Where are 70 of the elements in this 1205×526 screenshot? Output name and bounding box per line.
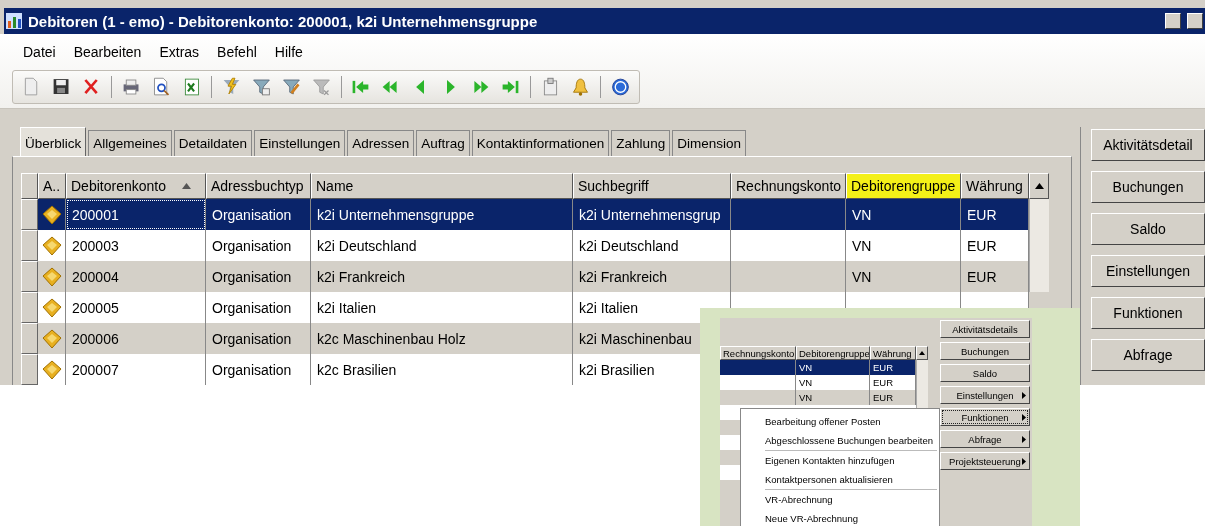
table-cell: EUR bbox=[961, 199, 1029, 230]
table-cell: k2i Deutschland bbox=[311, 230, 573, 261]
tab[interactable]: Detaildaten bbox=[173, 130, 253, 156]
menu-item[interactable]: Befehl bbox=[208, 40, 266, 64]
table-cell: EUR bbox=[870, 390, 916, 405]
column-header[interactable]: Währung bbox=[961, 173, 1029, 199]
tab[interactable]: Einstellungen bbox=[254, 130, 346, 156]
column-header[interactable]: Debitorengruppe bbox=[796, 346, 870, 360]
tab[interactable]: Überblick bbox=[20, 127, 87, 156]
table-cell: 200001 bbox=[66, 199, 206, 230]
table-cell: 200005 bbox=[66, 292, 206, 323]
action-button[interactable]: Buchungen bbox=[940, 342, 1030, 360]
table-cell: k2i Deutschland bbox=[573, 230, 731, 261]
action-button[interactable]: Einstellungen bbox=[940, 386, 1030, 404]
column-header[interactable]: Debitorenkonto bbox=[66, 173, 206, 199]
menu-item[interactable]: Kontaktpersonen aktualisieren bbox=[761, 470, 939, 489]
table-cell: Organisation bbox=[206, 292, 311, 323]
action-button[interactable]: Aktivitätsdetail bbox=[1091, 129, 1205, 161]
menu-item[interactable]: Bearbeiten bbox=[64, 40, 151, 64]
tab[interactable]: Dimension bbox=[672, 130, 746, 156]
column-header[interactable]: Rechnungskonto bbox=[731, 173, 846, 199]
action-button[interactable]: Funktionen bbox=[1091, 297, 1205, 329]
table-cell: VN bbox=[846, 199, 961, 230]
action-button[interactable]: Projektsteuerung bbox=[940, 452, 1030, 470]
menu-item[interactable]: Extras bbox=[150, 40, 209, 64]
tab[interactable]: Zahlung bbox=[611, 130, 671, 156]
table-cell: Organisation bbox=[206, 354, 311, 385]
table-cell: VN bbox=[796, 390, 870, 405]
table-cell: EUR bbox=[870, 375, 916, 390]
column-header[interactable]: Name bbox=[311, 173, 573, 199]
tab[interactable]: Auftrag bbox=[416, 130, 470, 156]
table-cell: VN bbox=[796, 360, 870, 375]
menu-item[interactable]: Abgeschlossene Buchungen bearbeiten bbox=[761, 431, 939, 450]
table-cell: k2i Italien bbox=[573, 292, 731, 323]
column-header[interactable]: Adressbuchtyp bbox=[206, 173, 311, 199]
tab[interactable]: Adressen bbox=[347, 130, 415, 156]
action-button[interactable]: Aktivitätsdetails bbox=[940, 320, 1030, 338]
table-cell: k2i Unternehmensgrup bbox=[573, 199, 731, 230]
table-cell: VN bbox=[846, 230, 961, 261]
menu-item[interactable]: Datei bbox=[14, 40, 65, 64]
action-button[interactable]: Saldo bbox=[940, 364, 1030, 382]
table-cell: Organisation bbox=[206, 199, 311, 230]
table-cell: k2i Italien bbox=[311, 292, 573, 323]
menu-item[interactable]: Neue VR-Abrechnung bbox=[761, 509, 939, 526]
action-button[interactable]: Abfrage bbox=[1091, 339, 1205, 371]
menu-item[interactable]: Bearbeitung offener Posten bbox=[761, 412, 939, 431]
column-header[interactable]: Rechnungskonto bbox=[720, 346, 796, 360]
menu-item[interactable]: Hilfe bbox=[265, 40, 312, 64]
table-cell: Organisation bbox=[206, 230, 311, 261]
menu-item[interactable]: Eigenen Kontakten hinzufügen bbox=[761, 451, 939, 470]
menu-item[interactable]: VR-Abrechnung bbox=[761, 490, 939, 509]
action-button[interactable]: Saldo bbox=[1091, 213, 1205, 245]
table-cell: 200003 bbox=[66, 230, 206, 261]
tab[interactable]: Kontaktinformationen bbox=[471, 130, 610, 156]
table-cell: k2i Unternehmensgruppe bbox=[311, 199, 573, 230]
table-cell: 200007 bbox=[66, 354, 206, 385]
window-title: Debitoren (1 - emo) - Debitorenkonto: 200001, k2i Unternehmensgruppe bbox=[28, 12, 539, 30]
column-header[interactable]: Debitorengruppe bbox=[846, 173, 961, 199]
tab[interactable]: Allgemeines bbox=[88, 130, 172, 156]
table-cell: k2c Brasilien bbox=[311, 354, 573, 385]
action-button[interactable]: Einstellungen bbox=[1091, 255, 1205, 287]
column-header[interactable]: A.. bbox=[38, 173, 66, 199]
table-cell: EUR bbox=[870, 360, 916, 375]
action-button[interactable]: Funktionen bbox=[940, 408, 1030, 426]
action-button[interactable]: Abfrage bbox=[940, 430, 1030, 448]
action-button[interactable]: Buchungen bbox=[1091, 171, 1205, 203]
table-cell: EUR bbox=[961, 230, 1029, 261]
column-header[interactable]: Suchbegriff bbox=[573, 173, 731, 199]
table-cell: VN bbox=[796, 375, 870, 390]
column-header[interactable]: Währung bbox=[870, 346, 916, 360]
